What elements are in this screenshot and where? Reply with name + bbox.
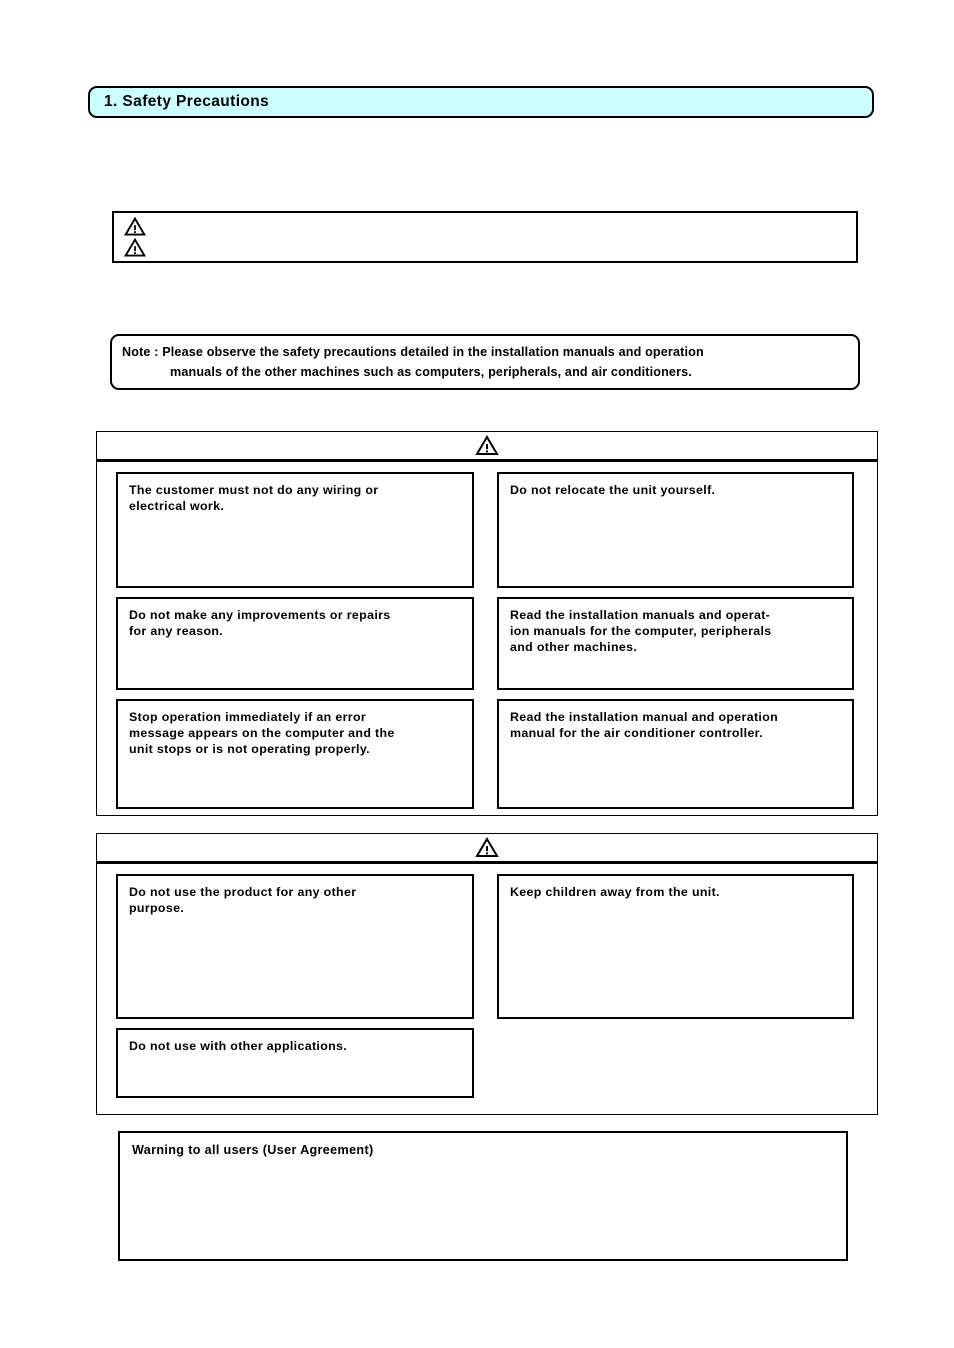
warning-item-4-line-1: Read the installation manuals and operat… [510, 608, 771, 622]
warning-item-5-line-2: message appears on the computer and the [129, 726, 395, 741]
warning-item-2-line-1: Do not relocate the unit yourself. [510, 483, 716, 497]
warning-item-6-line-1: Read the installation manual and operati… [510, 710, 779, 724]
warning-item-3-line-2: for any reason. [129, 624, 224, 639]
caution-item-2: Keep children away from the unit. [497, 874, 854, 1019]
caution-row-2: Do not use with other applications. [116, 1028, 863, 1098]
user-agreement-box: Warning to all users (User Agreement) [118, 1131, 848, 1261]
warning-triangle-icon [475, 435, 499, 455]
warning-item-4-line-3: and other machines. [510, 640, 638, 655]
warning-item-1-line-1: The customer must not do any wiring or [129, 483, 379, 497]
caution-section-body: Do not use the product for any other pur… [97, 864, 877, 1110]
note-line-2: manuals of the other machines such as co… [170, 364, 692, 379]
caution-item-2-line-1: Keep children away from the unit. [510, 885, 720, 899]
user-agreement-title: Warning to all users (User Agreement) [132, 1143, 374, 1157]
caution-item-1-line-1: Do not use the product for any other [129, 885, 357, 899]
warning-item-6-line-2: manual for the air conditioner controlle… [510, 726, 763, 741]
warning-triangle-icon [475, 837, 499, 857]
caution-section: Do not use the product for any other pur… [96, 833, 878, 1115]
warning-item-6: Read the installation manual and operati… [497, 699, 854, 809]
caution-section-header [97, 834, 877, 864]
warning-triangle-icon [124, 217, 146, 236]
caution-empty-slot [497, 1028, 854, 1098]
warning-section-header [97, 432, 877, 462]
caution-item-grid: Do not use the product for any other pur… [116, 874, 863, 1098]
warning-item-4: Read the installation manuals and operat… [497, 597, 854, 690]
warning-triangle-icon [124, 238, 146, 257]
caution-item-3-line-1: Do not use with other applications. [129, 1039, 348, 1053]
warning-item-1-line-2: electrical work. [129, 499, 225, 514]
page-title: 1. Safety Precautions [104, 93, 270, 110]
warning-section-body: The customer must not do any wiring or e… [97, 462, 877, 821]
warning-row-3: Stop operation immediately if an error m… [116, 699, 863, 809]
note-line-1: Note : Please observe the safety precaut… [122, 345, 704, 359]
caution-item-1-line-2: purpose. [129, 901, 185, 916]
section-title-bar: 1. Safety Precautions [88, 86, 874, 118]
warning-row-1: The customer must not do any wiring or e… [116, 472, 863, 597]
warning-row-2: Do not make any improvements or repairs … [116, 597, 863, 699]
symbol-legend-box [112, 211, 858, 263]
warning-item-3: Do not make any improvements or repairs … [116, 597, 474, 690]
caution-row-1: Do not use the product for any other pur… [116, 874, 863, 1028]
warning-section: The customer must not do any wiring or e… [96, 431, 878, 816]
warning-item-5-line-3: unit stops or is not operating properly. [129, 742, 370, 757]
warning-item-grid: The customer must not do any wiring or e… [116, 472, 863, 809]
note-box: Note : Please observe the safety precaut… [110, 334, 860, 390]
caution-item-3: Do not use with other applications. [116, 1028, 474, 1098]
caution-item-1: Do not use the product for any other pur… [116, 874, 474, 1019]
warning-item-4-line-2: ion manuals for the computer, peripheral… [510, 624, 772, 639]
warning-item-1: The customer must not do any wiring or e… [116, 472, 474, 588]
warning-item-2: Do not relocate the unit yourself. [497, 472, 854, 588]
warning-item-3-line-1: Do not make any improvements or repairs [129, 608, 391, 622]
warning-item-5: Stop operation immediately if an error m… [116, 699, 474, 809]
symbol-legend-row-2 [124, 238, 856, 257]
warning-item-5-line-1: Stop operation immediately if an error [129, 710, 367, 724]
symbol-legend-row-1 [124, 217, 856, 236]
